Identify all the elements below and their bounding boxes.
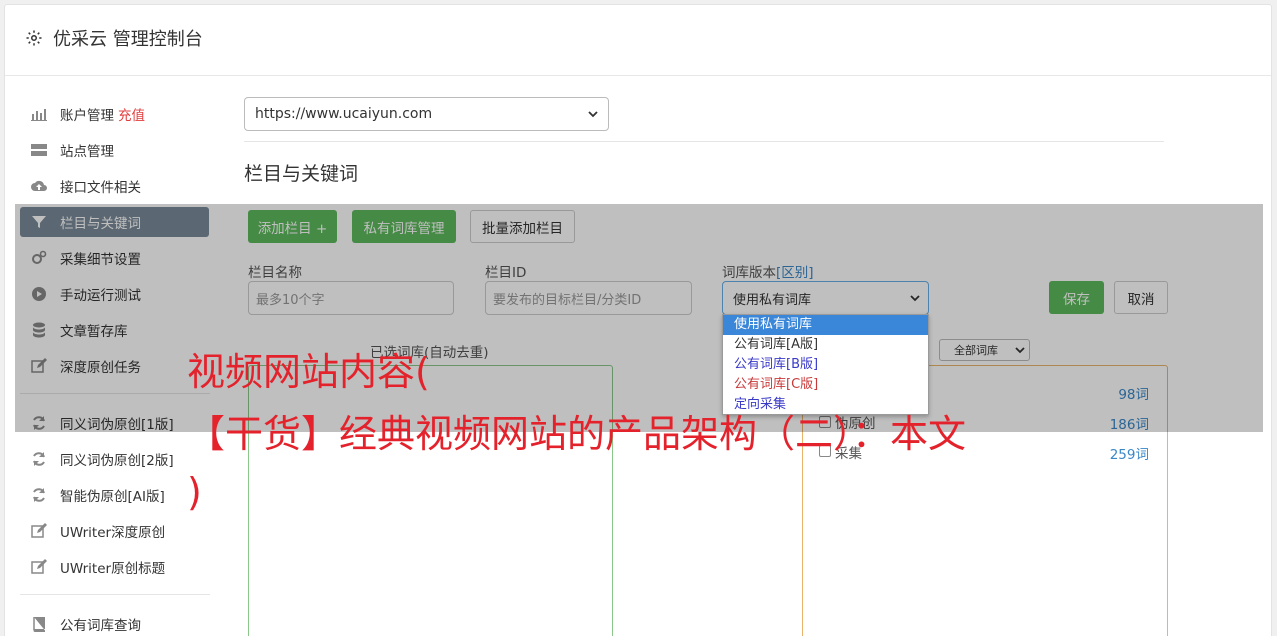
sidebar-item-label: 公有词库查询 (60, 618, 141, 634)
brand: 优采云 管理控制台 (25, 25, 203, 51)
sidebar-item-label: UWriter原创标题 (60, 561, 166, 577)
sidebar-item-uwriter-title[interactable]: UWriter原创标题 (20, 552, 209, 582)
chevron-down-icon (588, 106, 598, 122)
book-icon (31, 616, 47, 632)
refresh-icon (31, 487, 47, 503)
page-title: 优采云 管理控制台 (53, 29, 203, 50)
bar-chart-icon (31, 106, 47, 122)
recharge-link[interactable]: 充值 (118, 104, 145, 124)
lib-count: 259词 (1109, 447, 1149, 463)
server-icon (31, 142, 47, 158)
dropdown-option[interactable]: 公有词库[B版] (723, 355, 928, 375)
refresh-icon (31, 451, 47, 467)
site-select-value: https://www.ucaiyun.com (255, 106, 433, 122)
sidebar-item-label: 账户管理 (60, 108, 114, 124)
site-select[interactable]: https://www.ucaiyun.com (244, 97, 609, 131)
sidebar-item-label: 同义词伪原创[2版] (60, 453, 174, 469)
cloud-upload-icon (31, 178, 47, 194)
card-header: 优采云 管理控制台 (5, 5, 1271, 76)
dropdown-option[interactable]: 公有词库[C版] (723, 375, 928, 395)
sidebar-item-uwriter-deep[interactable]: UWriter深度原创 (20, 516, 209, 546)
overlay-text-line2: 【干货】经典视频网站的产品架构（二）：本文 (187, 412, 967, 456)
lib-version-dropdown: 使用私有词库 公有词库[A版] 公有词库[B版] 公有词库[C版] 定向采集 (722, 314, 929, 415)
edit-icon (31, 523, 47, 539)
section-title: 栏目与关键词 (244, 163, 359, 185)
overlay-text-line1: 视频网站内容( (187, 350, 430, 394)
sidebar-item-sites[interactable]: 站点管理 (20, 135, 209, 165)
edit-icon (31, 559, 47, 575)
dropdown-option[interactable]: 公有词库[A版] (723, 335, 928, 355)
sidebar-item-account[interactable]: 账户管理 充值 (20, 99, 209, 129)
gear-icon (25, 29, 43, 47)
sidebar-item-interface[interactable]: 接口文件相关 (20, 171, 209, 201)
sidebar-item-label: 接口文件相关 (60, 180, 141, 196)
sidebar-item-public-lib[interactable]: 公有词库查询 (20, 609, 209, 636)
dropdown-option[interactable]: 使用私有词库 (723, 315, 928, 335)
sidebar-item-ai-rewrite[interactable]: 智能伪原创[AI版] (20, 480, 209, 510)
sidebar-item-synonym-v2[interactable]: 同义词伪原创[2版] (20, 444, 209, 474)
sidebar-item-label: 智能伪原创[AI版] (60, 489, 165, 505)
sidebar-item-label: UWriter深度原创 (60, 525, 166, 541)
sidebar-item-label: 站点管理 (60, 144, 114, 160)
divider (244, 141, 1164, 142)
overlay-text-line3: ) (187, 470, 202, 514)
sidebar-divider (20, 594, 210, 595)
